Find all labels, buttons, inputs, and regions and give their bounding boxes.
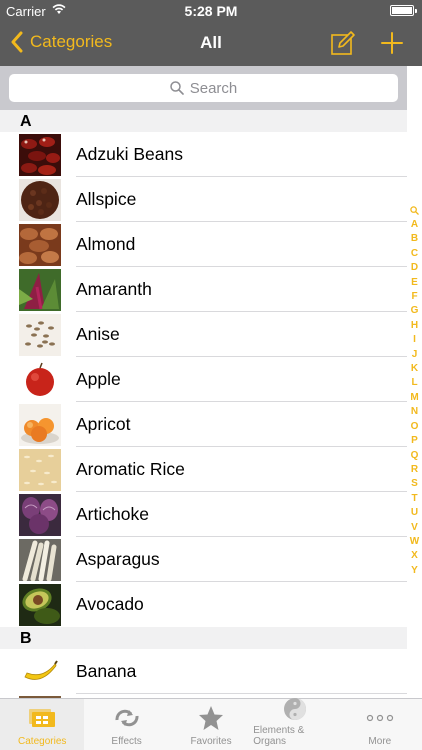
categories-icon	[29, 709, 56, 727]
index-letter-b[interactable]: B	[411, 232, 418, 246]
index-letter-d[interactable]: D	[411, 261, 418, 275]
tab-label: Categories	[18, 736, 67, 747]
effects-icon	[115, 709, 139, 727]
almond-thumbnail	[19, 223, 61, 266]
search-input[interactable]: Search	[9, 74, 398, 102]
tab-more[interactable]: More	[338, 699, 422, 750]
index-letter-r[interactable]: R	[411, 463, 418, 477]
add-icon[interactable]	[380, 31, 404, 55]
status-bar: Carrier 5:28 PM	[0, 0, 422, 22]
yin-yang-icon	[284, 698, 307, 720]
amaranth-thumbnail	[19, 268, 61, 311]
list-item[interactable]: Aromatic Rice	[0, 447, 407, 492]
list-item-label: Anise	[76, 324, 120, 344]
index-letter-a[interactable]: A	[411, 218, 418, 232]
index-letter-w[interactable]: W	[410, 535, 419, 549]
more-icon	[366, 714, 393, 722]
list-item[interactable]: Allspice	[0, 177, 407, 222]
artichoke-thumbnail	[19, 493, 61, 536]
index-letter-v[interactable]: V	[411, 521, 418, 535]
index-letter-o[interactable]: O	[411, 420, 419, 434]
section-index: ABCDEFGHIJKLMNOPQRSTUVWXY	[407, 66, 422, 698]
list-item[interactable]: Anise	[0, 312, 407, 357]
index-letter-g[interactable]: G	[411, 304, 419, 318]
index-letter-t[interactable]: T	[411, 492, 417, 506]
index-letter-c[interactable]: C	[411, 247, 418, 261]
list-item-label: Aromatic Rice	[76, 459, 185, 479]
index-letter-p[interactable]: P	[411, 434, 418, 448]
list-item-label: Asparagus	[76, 549, 160, 569]
list-item[interactable]: Artichoke	[0, 492, 407, 537]
list-item-label: Amaranth	[76, 279, 152, 299]
index-letter-m[interactable]: M	[410, 391, 418, 405]
list-item[interactable]: Amaranth	[0, 267, 407, 312]
index-letter-i[interactable]: I	[413, 333, 416, 347]
list-item-label: Allspice	[76, 189, 137, 209]
list-item-label: Apple	[76, 369, 121, 389]
index-letter-k[interactable]: K	[411, 362, 418, 376]
list-item-label: Artichoke	[76, 504, 149, 524]
top-bar: Carrier 5:28 PM Categories All	[0, 0, 422, 66]
ingredient-list[interactable]: A Adzuki Beans Allspice Almond Amaranth …	[0, 110, 407, 698]
index-letter-h[interactable]: H	[411, 319, 418, 333]
list-item-label: Apricot	[76, 414, 131, 434]
search-placeholder: Search	[189, 79, 238, 97]
anise-thumbnail	[19, 313, 61, 356]
list-item-label: Avocado	[76, 594, 144, 614]
list-item-label: Banana	[76, 661, 137, 681]
section-header-b: B	[0, 627, 407, 649]
list-item[interactable]: Apple	[0, 357, 407, 402]
apple-thumbnail	[19, 358, 61, 401]
tab-label: Effects	[111, 736, 142, 747]
compose-icon[interactable]	[330, 30, 356, 56]
list-item[interactable]: Banana	[0, 649, 407, 694]
tab-elements-organs[interactable]: Elements & Organs	[253, 698, 337, 750]
index-letter-l[interactable]: L	[411, 376, 417, 390]
allspice-thumbnail	[19, 178, 61, 221]
index-letter-s[interactable]: S	[411, 477, 418, 491]
list-item[interactable]: Almond	[0, 222, 407, 267]
index-letter-f[interactable]: F	[411, 290, 417, 304]
tab-label: More	[368, 736, 392, 747]
list-item[interactable]: Avocado	[0, 582, 407, 627]
clock: 5:28 PM	[184, 3, 238, 19]
apricot-thumbnail	[19, 403, 61, 446]
tab-label: Elements & Organs	[253, 725, 305, 747]
battery-icon	[390, 5, 417, 16]
search-bar: Search	[0, 66, 407, 110]
index-letter-u[interactable]: U	[411, 506, 418, 520]
index-letter-n[interactable]: N	[411, 405, 418, 419]
aromatic-rice-thumbnail	[19, 448, 61, 491]
tab-favorites[interactable]: Favorites	[169, 699, 253, 750]
navigation-bar: Categories All	[0, 22, 422, 66]
index-letter-y[interactable]: Y	[411, 564, 418, 578]
adzuki-beans-thumbnail	[19, 133, 61, 176]
list-item[interactable]: Apricot	[0, 402, 407, 447]
index-letter-j[interactable]: J	[412, 348, 418, 362]
avocado-thumbnail	[19, 583, 61, 626]
section-header-a: A	[0, 110, 407, 132]
index-letter-e[interactable]: E	[411, 276, 418, 290]
tab-label: Favorites	[190, 736, 232, 747]
index-letter-x[interactable]: X	[411, 549, 418, 563]
index-search-icon[interactable]	[410, 206, 419, 215]
asparagus-thumbnail	[19, 538, 61, 581]
tab-bar: Categories Effects Favorites Elements & …	[0, 698, 422, 750]
list-item[interactable]: Asparagus	[0, 537, 407, 582]
list-item[interactable]: Adzuki Beans	[0, 132, 407, 177]
banana-thumbnail	[19, 650, 61, 693]
tab-effects[interactable]: Effects	[84, 699, 168, 750]
tab-categories[interactable]: Categories	[0, 699, 85, 750]
index-letter-q[interactable]: Q	[411, 449, 419, 463]
search-icon	[169, 81, 184, 95]
list-item-label: Almond	[76, 234, 136, 254]
list-item-label: Adzuki Beans	[76, 144, 184, 164]
star-icon	[199, 706, 224, 730]
page-title: All	[200, 33, 222, 52]
